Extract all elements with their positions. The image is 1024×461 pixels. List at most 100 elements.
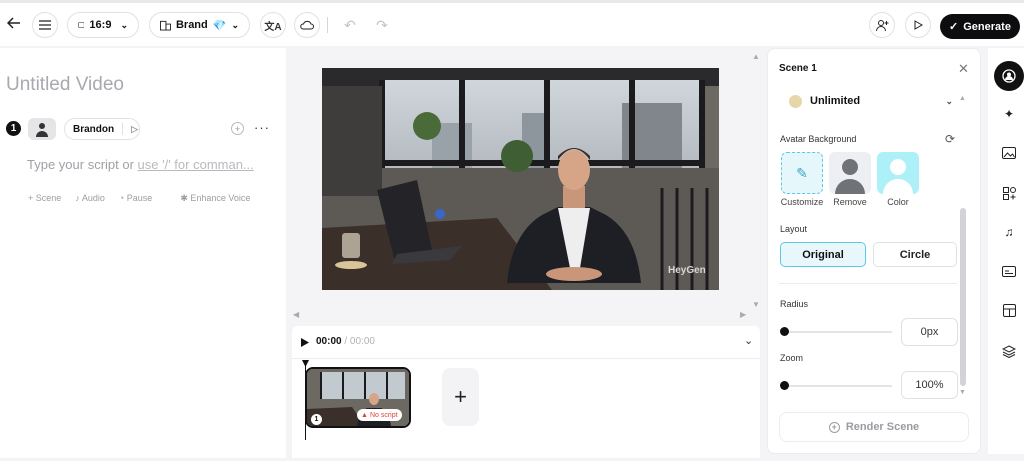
script-actions: + Scene ♪ Audio ◔ Pause ✱ Enhance Voice [28, 193, 250, 204]
brand-kit-icon [160, 20, 171, 31]
customize-caption: Customize [780, 197, 824, 207]
video-title[interactable]: Untitled Video [6, 74, 124, 96]
panel-scrollbar[interactable] [960, 208, 966, 386]
no-script-warning: ▲ No script [357, 409, 402, 421]
layout-icon[interactable] [998, 299, 1020, 321]
slash-command-hint: use '/' for comman... [137, 157, 254, 172]
add-scene-button[interactable]: + [442, 368, 479, 426]
back-arrow-icon[interactable] [4, 13, 24, 33]
scroll-right-icon[interactable]: ▶ [740, 310, 746, 319]
script-placeholder: Type your script or [27, 157, 138, 172]
play-voice-icon[interactable]: ▷ [131, 124, 138, 135]
chevron-down-icon: ⌄ [231, 19, 239, 30]
aspect-ratio-select[interactable]: 16:9 ⌄ [67, 12, 139, 38]
brand-select[interactable]: Brand 💎 ⌄ [149, 12, 250, 38]
audio-action[interactable]: ♪ Audio [75, 193, 105, 204]
refresh-icon[interactable]: ⟳ [945, 132, 955, 146]
avatar-background-label: Avatar Background [780, 134, 857, 144]
preview-button[interactable] [905, 12, 931, 38]
elements-icon[interactable] [998, 182, 1020, 204]
chevron-down-icon: ⌄ [120, 19, 128, 30]
script-input[interactable]: Type your script or use '/' for comman..… [27, 157, 254, 172]
color-background-option[interactable] [877, 152, 919, 194]
radius-input[interactable]: 0px [901, 318, 958, 346]
zoom-slider-track[interactable] [784, 385, 892, 387]
color-caption: Color [887, 197, 909, 207]
check-icon: ✓ [949, 21, 959, 33]
plan-icon [789, 94, 802, 108]
panel-scroll-down-icon[interactable]: ▼ [959, 389, 966, 396]
caption-icon[interactable] [998, 260, 1020, 282]
top-toolbar: 16:9 ⌄ Brand 💎 ⌄ 文A ↶ ↷ ✓ Generate [0, 0, 1024, 46]
avatar-icon[interactable] [994, 61, 1024, 91]
total-time: / 00:00 [344, 336, 375, 347]
enhance-voice-action[interactable]: ✱ Enhance Voice [180, 193, 250, 204]
person-silhouette-icon [835, 159, 865, 194]
add-circle-icon: + [828, 421, 840, 433]
scene-index-badge: 1 [311, 414, 322, 425]
undo-icon[interactable]: ↶ [340, 15, 360, 35]
scroll-down-icon[interactable]: ▼ [752, 300, 760, 309]
render-scene-label: Render Scene [845, 421, 920, 433]
time-display: 00:00 / 00:00 [316, 336, 375, 347]
layers-icon[interactable] [998, 340, 1020, 362]
layout-label: Layout [780, 224, 808, 234]
plan-select[interactable]: Unlimited ⌄ [779, 88, 953, 114]
play-icon [914, 20, 923, 30]
add-scene-action[interactable]: + Scene [28, 193, 61, 204]
voice-select[interactable]: Brandon ▷ [64, 118, 140, 140]
hamburger-icon [39, 20, 51, 30]
redo-icon[interactable]: ↷ [372, 15, 392, 35]
divider [779, 283, 957, 284]
remove-caption: Remove [833, 197, 867, 207]
brand-label: Brand [175, 19, 208, 31]
screen-icon [78, 22, 85, 28]
cloud-icon [300, 20, 314, 30]
cloud-save-button[interactable] [294, 12, 320, 38]
more-options-icon[interactable]: ··· [254, 120, 270, 135]
zoom-input[interactable]: 100% [901, 371, 958, 399]
image-icon[interactable] [998, 142, 1020, 164]
panel-scroll-up-icon[interactable]: ▲ [959, 95, 966, 102]
scroll-up-icon[interactable]: ▲ [752, 52, 760, 61]
menu-button[interactable] [32, 12, 58, 38]
plan-label: Unlimited [810, 95, 861, 107]
scene-title: Scene 1 [779, 63, 817, 74]
chevron-down-icon: ⌄ [945, 95, 953, 106]
radius-label: Radius [780, 299, 809, 309]
timeline-play-icon[interactable] [300, 335, 310, 353]
radius-slider-track[interactable] [784, 331, 892, 333]
layout-circle-button[interactable]: Circle [873, 242, 957, 267]
scroll-left-icon[interactable]: ◀ [293, 310, 299, 319]
person-silhouette-icon [883, 159, 913, 194]
translate-icon: 文A [264, 21, 282, 33]
pause-icon: ◔ [118, 193, 125, 203]
translate-button[interactable]: 文A [260, 12, 286, 38]
render-scene-button[interactable]: + Render Scene [779, 412, 969, 442]
pause-action[interactable]: ◔ Pause [119, 193, 152, 204]
divider [327, 17, 328, 33]
chevron-down-icon[interactable]: ⌄ [744, 334, 753, 347]
aspect-ratio-label: 16:9 [89, 19, 112, 31]
add-user-icon [875, 19, 888, 31]
diamond-icon: 💎 [212, 19, 227, 32]
add-circle-icon[interactable]: + [231, 122, 244, 135]
avatar-thumbnail[interactable] [28, 118, 56, 140]
magic-icon[interactable]: ✦ [998, 103, 1020, 125]
add-collaborator-button[interactable] [869, 12, 895, 38]
customize-background-option[interactable]: ✎ [781, 152, 823, 194]
divider [292, 358, 760, 359]
layout-original-button[interactable]: Original [780, 242, 866, 267]
radius-slider-handle[interactable] [780, 327, 789, 336]
close-icon[interactable]: ✕ [958, 61, 969, 77]
video-canvas[interactable]: HeyGen [322, 68, 719, 290]
generate-button[interactable]: ✓ Generate [940, 14, 1020, 39]
avatar-scene-preview: HeyGen [322, 68, 719, 290]
generate-label: Generate [963, 20, 1011, 33]
plus-icon: + [454, 384, 467, 409]
zoom-slider-handle[interactable] [780, 381, 789, 390]
music-icon[interactable]: ♫ [998, 221, 1020, 243]
remove-background-option[interactable] [829, 152, 871, 194]
script-panel [0, 48, 286, 458]
scene-thumbnail[interactable]: 1 ▲ No script [305, 367, 411, 428]
